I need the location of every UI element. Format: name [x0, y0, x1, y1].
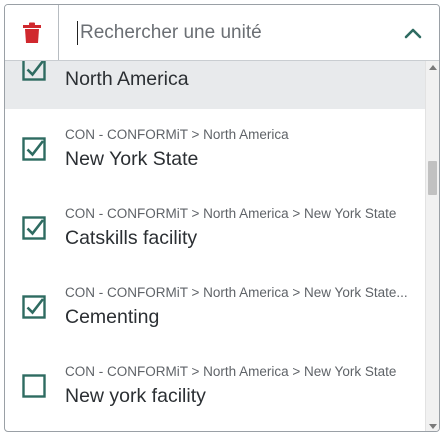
unit-list: North America CON - CONFORMiT > North Am… — [5, 61, 425, 431]
list-item[interactable]: CON - CONFORMiT > North America New York… — [5, 109, 425, 187]
list-item-name: Catskills facility — [65, 227, 198, 249]
list-item-path: CON - CONFORMiT > North America — [65, 127, 289, 142]
scrollbar-thumb[interactable] — [428, 161, 437, 195]
picker-header — [5, 5, 439, 61]
list-item[interactable]: North America — [5, 61, 425, 109]
checkbox-unchecked-icon[interactable] — [22, 374, 46, 398]
list-item-name: North America — [65, 68, 189, 90]
search-field-wrapper — [61, 5, 391, 60]
chevron-up-icon — [404, 28, 422, 39]
list-scrollbar[interactable] — [425, 61, 439, 431]
list-item-path: CON - CONFORMiT > North America > New Yo… — [65, 364, 397, 379]
scroll-up-arrow-icon[interactable] — [429, 65, 437, 70]
clear-selection-button[interactable] — [5, 5, 59, 60]
scroll-down-arrow-icon[interactable] — [429, 424, 437, 429]
list-item-name: New York State — [65, 148, 199, 170]
checkbox-checked-icon[interactable] — [22, 216, 46, 240]
list-item-path: CON - CONFORMiT > North America > New Yo… — [65, 285, 408, 300]
collapse-dropdown-button[interactable] — [399, 19, 427, 47]
checkbox-checked-icon[interactable] — [22, 61, 46, 81]
unit-picker-dropdown: North America CON - CONFORMiT > North Am… — [4, 4, 440, 432]
list-item-name: New york facility — [65, 385, 206, 407]
trash-icon — [22, 22, 41, 43]
list-item[interactable]: CON - CONFORMiT > North America > New Yo… — [5, 267, 425, 345]
checkbox-checked-icon[interactable] — [22, 137, 46, 161]
list-item-path: CON - CONFORMiT > North America > New Yo… — [65, 206, 397, 221]
list-item[interactable]: CON - CONFORMiT > North America > New Yo… — [5, 188, 425, 266]
list-item-name: Cementing — [65, 306, 160, 328]
checkbox-checked-icon[interactable] — [22, 295, 46, 319]
list-item[interactable]: CON - CONFORMiT > North America > New Yo… — [5, 346, 425, 424]
search-input[interactable] — [77, 20, 391, 45]
